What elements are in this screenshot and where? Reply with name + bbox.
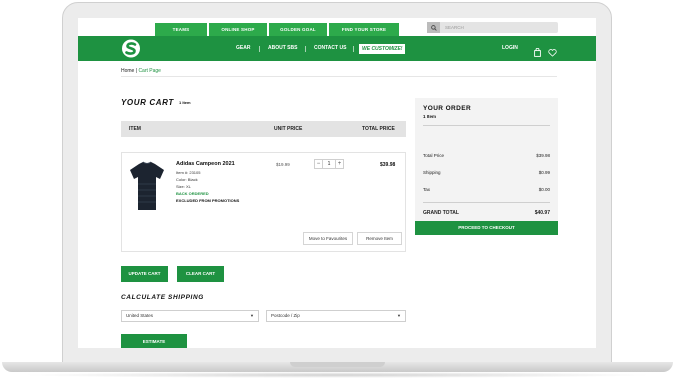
product-size: Size: XL	[176, 184, 191, 189]
postcode-select[interactable]: Postcode / Zip ▼	[266, 310, 406, 322]
nav-divider	[259, 46, 260, 52]
qty-increase-button[interactable]: +	[335, 159, 344, 169]
update-cart-button[interactable]: UPDATE CART	[121, 266, 168, 282]
heart-icon[interactable]	[548, 44, 557, 62]
product-promo-note: EXCLUDED FROM PROMOTIONS	[176, 198, 240, 203]
main-nav: GEAR ABOUT SBS CONTACT US WE CUSTOMIZE! …	[78, 36, 596, 61]
nav-divider	[305, 46, 306, 52]
estimate-button[interactable]: ESTIMATE	[121, 334, 187, 348]
nav-contact[interactable]: CONTACT US	[314, 36, 346, 61]
order-total-value: $39.98	[536, 153, 550, 158]
breadcrumb-current: Cart Page	[138, 68, 161, 74]
search-icon[interactable]	[427, 22, 440, 33]
move-to-favourites-button[interactable]: Move to Favourites	[303, 232, 353, 245]
tab-teams[interactable]: TEAMS	[155, 23, 207, 36]
total-price: $39.98	[380, 162, 396, 168]
quantity-stepper: − 1 +	[314, 159, 344, 169]
checkout-button[interactable]: PROCEED TO CHECKOUT	[415, 221, 558, 235]
tab-online-shop[interactable]: ONLINE SHOP	[209, 23, 267, 36]
order-tax-value: $0.00	[538, 187, 550, 192]
product-name[interactable]: Adidas Campeon 2021	[176, 161, 235, 167]
brand-logo-icon[interactable]	[121, 39, 141, 58]
cart-item-row: Adidas Campeon 2021 Item #: 23105 Color:…	[121, 152, 406, 252]
grand-total-value: $40.97	[534, 210, 550, 216]
breadcrumb: Home | Cart Page	[121, 68, 161, 74]
order-summary: YOUR ORDER 1 Item Total Price $39.98 Shi…	[415, 98, 558, 222]
order-shipping-value: $0.99	[538, 170, 550, 175]
we-customize-link[interactable]: WE CUSTOMIZE!	[359, 44, 406, 54]
order-shipping-label: Shipping	[423, 170, 441, 175]
country-select[interactable]: United States ▼	[121, 310, 259, 322]
cart-table-header: ITEM UNIT PRICE TOTAL PRICE	[121, 121, 406, 137]
browser-screen: TEAMS ONLINE SHOP GOLDEN GOAL FIND YOUR …	[78, 18, 596, 348]
order-tax-label: Tax	[423, 187, 431, 192]
product-image[interactable]	[127, 158, 167, 214]
tab-golden-goal[interactable]: GOLDEN GOAL	[269, 23, 327, 36]
header-total-price: TOTAL PRICE	[362, 126, 395, 132]
postcode-placeholder: Postcode / Zip	[271, 313, 300, 318]
header-unit-price: UNIT PRICE	[274, 126, 303, 132]
remove-item-button[interactable]: Remove Item	[357, 232, 402, 245]
header-item: ITEM	[129, 126, 141, 132]
product-item-number: Item #: 23105	[176, 170, 201, 175]
qty-input[interactable]: 1	[323, 159, 335, 169]
grand-total-label: GRAND TOTAL	[423, 210, 459, 216]
order-total-label: Total Price	[423, 153, 445, 158]
nav-about[interactable]: ABOUT SBS	[268, 36, 297, 61]
chevron-down-icon: ▼	[397, 313, 401, 318]
breadcrumb-divider	[121, 76, 557, 77]
unit-price: $19.99	[276, 162, 290, 167]
search-input[interactable]: SEARCH	[427, 22, 558, 33]
product-status-badge: BACK ORDERED	[176, 191, 209, 196]
product-color: Color: Black	[176, 177, 198, 182]
nav-divider	[353, 46, 354, 52]
laptop-notch	[290, 362, 385, 367]
shopping-bag-icon[interactable]	[534, 44, 541, 62]
chevron-down-icon: ▼	[250, 313, 254, 318]
tab-find-your-store[interactable]: FIND YOUR STORE	[329, 23, 399, 36]
order-count: 1 Item	[423, 114, 437, 119]
nav-gear[interactable]: GEAR	[236, 36, 250, 61]
breadcrumb-separator: |	[135, 68, 138, 74]
order-title: YOUR ORDER	[423, 105, 472, 112]
shipping-title: CALCULATE SHIPPING	[121, 294, 204, 301]
laptop-shadow	[20, 372, 655, 378]
login-link[interactable]: LOGIN	[502, 36, 518, 61]
search-placeholder: SEARCH	[445, 25, 464, 30]
clear-cart-button[interactable]: CLEAR CART	[177, 266, 224, 282]
cart-count: 1 Item	[179, 100, 191, 105]
order-divider	[423, 125, 550, 126]
cart-title: YOUR CART	[121, 98, 174, 107]
order-divider	[423, 202, 550, 203]
breadcrumb-home[interactable]: Home	[121, 68, 134, 74]
country-value: United States	[126, 313, 154, 318]
qty-decrease-button[interactable]: −	[314, 159, 323, 169]
